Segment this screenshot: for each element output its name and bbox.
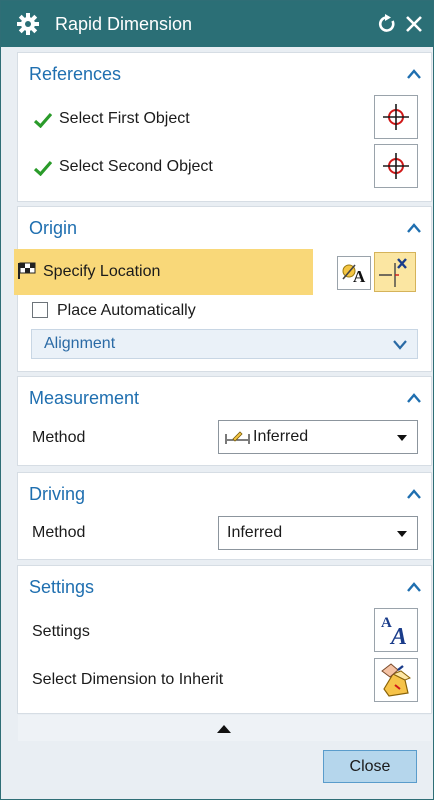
chevron-up-icon[interactable]	[407, 223, 421, 233]
placement-cursor-icon	[379, 258, 407, 287]
references-section: References Select First Object Select Se…	[18, 53, 431, 201]
reset-icon[interactable]	[377, 14, 397, 34]
checkmark-icon	[34, 160, 52, 176]
checkmark-icon	[34, 112, 52, 128]
settings-title: Settings	[29, 577, 95, 597]
crosshair-icon	[383, 153, 409, 179]
driving-title: Driving	[29, 484, 86, 504]
annotation-text-button[interactable]: A	[337, 256, 371, 290]
inherit-button[interactable]	[374, 658, 418, 702]
settings-section: Settings Settings A A Select Dimension t…	[18, 566, 431, 713]
chevron-up-icon[interactable]	[407, 69, 421, 79]
rapid-dimension-dialog: Rapid Dimension References Select First …	[0, 0, 434, 800]
svg-text:A: A	[389, 624, 407, 650]
specify-location-row[interactable]: Specify Location	[14, 249, 313, 295]
measurement-method-value: Inferred	[253, 428, 309, 445]
more-options-expander[interactable]	[18, 715, 431, 741]
measurement-section: Measurement Method Inferred	[18, 377, 431, 465]
gear-icon[interactable]	[17, 13, 39, 35]
chevron-down-icon[interactable]	[393, 340, 407, 350]
inherit-icon	[381, 663, 411, 697]
text-settings-icon: A A	[381, 615, 407, 650]
checkered-flag-icon	[18, 262, 36, 279]
place-automatically-label: Place Automatically	[57, 302, 196, 319]
driving-method-select[interactable]: Inferred	[218, 516, 418, 550]
select-first-object-button[interactable]	[374, 95, 418, 139]
driving-section: Driving Method Inferred	[18, 473, 431, 559]
chevron-up-icon[interactable]	[407, 393, 421, 403]
dropdown-arrow-icon	[397, 435, 407, 441]
measurement-title: Measurement	[29, 388, 140, 408]
triangle-up-icon[interactable]	[217, 725, 231, 733]
references-title: References	[29, 64, 122, 84]
chevron-up-icon[interactable]	[407, 582, 421, 592]
close-icon[interactable]	[404, 14, 424, 34]
svg-text:A: A	[353, 267, 366, 286]
driving-method-label: Method	[32, 524, 86, 541]
inferred-dimension-icon	[225, 431, 250, 444]
window-title: Rapid Dimension	[55, 14, 193, 34]
measurement-method-label: Method	[32, 429, 86, 446]
dropdown-arrow-icon	[397, 531, 407, 537]
settings-button[interactable]: A A	[374, 608, 418, 652]
annotation-text-icon: A	[342, 264, 366, 286]
select-first-object-label: Select First Object	[59, 110, 190, 127]
origin-title: Origin	[29, 218, 78, 238]
select-second-object-label: Select Second Object	[59, 158, 213, 175]
crosshair-icon	[383, 104, 409, 130]
alignment-group[interactable]: Alignment	[31, 329, 418, 359]
place-automatically-checkbox[interactable]	[32, 302, 48, 318]
placement-button[interactable]	[374, 252, 416, 292]
select-second-object-button[interactable]	[374, 144, 418, 188]
alignment-label: Alignment	[44, 335, 116, 352]
specify-location-label: Specify Location	[43, 263, 161, 280]
select-dimension-to-inherit-label: Select Dimension to Inherit	[32, 671, 224, 688]
measurement-method-select[interactable]: Inferred	[218, 420, 418, 454]
title-bar[interactable]: Rapid Dimension	[1, 1, 433, 47]
close-button[interactable]: Close	[323, 750, 417, 783]
driving-method-value: Inferred	[227, 524, 283, 541]
settings-label: Settings	[32, 623, 90, 640]
chevron-up-icon[interactable]	[407, 489, 421, 499]
